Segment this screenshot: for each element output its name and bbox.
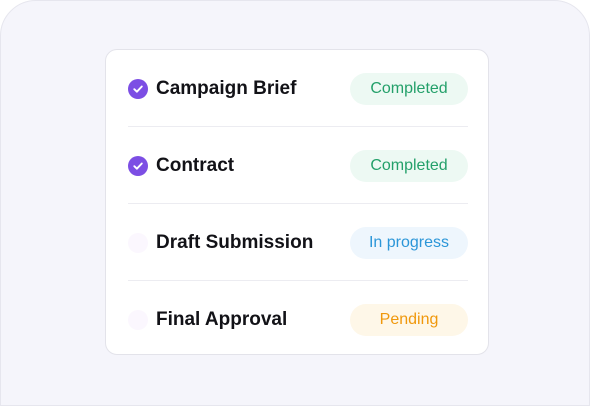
background-frame: Campaign Brief Completed Contract Comple… [0,0,590,406]
status-badge: Completed [350,149,468,182]
status-badge: Completed [350,72,468,105]
checklist-item-campaign-brief[interactable]: Campaign Brief Completed [128,50,468,127]
item-label: Final Approval [156,308,288,330]
checklist-card: Campaign Brief Completed Contract Comple… [105,49,489,355]
checklist-item-draft-submission[interactable]: Draft Submission In progress [128,204,468,281]
status-badge: Pending [350,303,468,336]
checklist-item-final-approval[interactable]: Final Approval Pending [128,281,468,358]
check-circle-icon[interactable] [128,78,148,99]
empty-circle-icon[interactable] [128,232,148,253]
item-label: Contract [156,154,235,176]
item-label: Campaign Brief [156,77,297,99]
check-circle-icon[interactable] [128,155,148,176]
status-badge: In progress [350,226,468,259]
item-label: Draft Submission [156,231,314,253]
checklist-item-contract[interactable]: Contract Completed [128,127,468,204]
empty-circle-icon[interactable] [128,309,148,330]
